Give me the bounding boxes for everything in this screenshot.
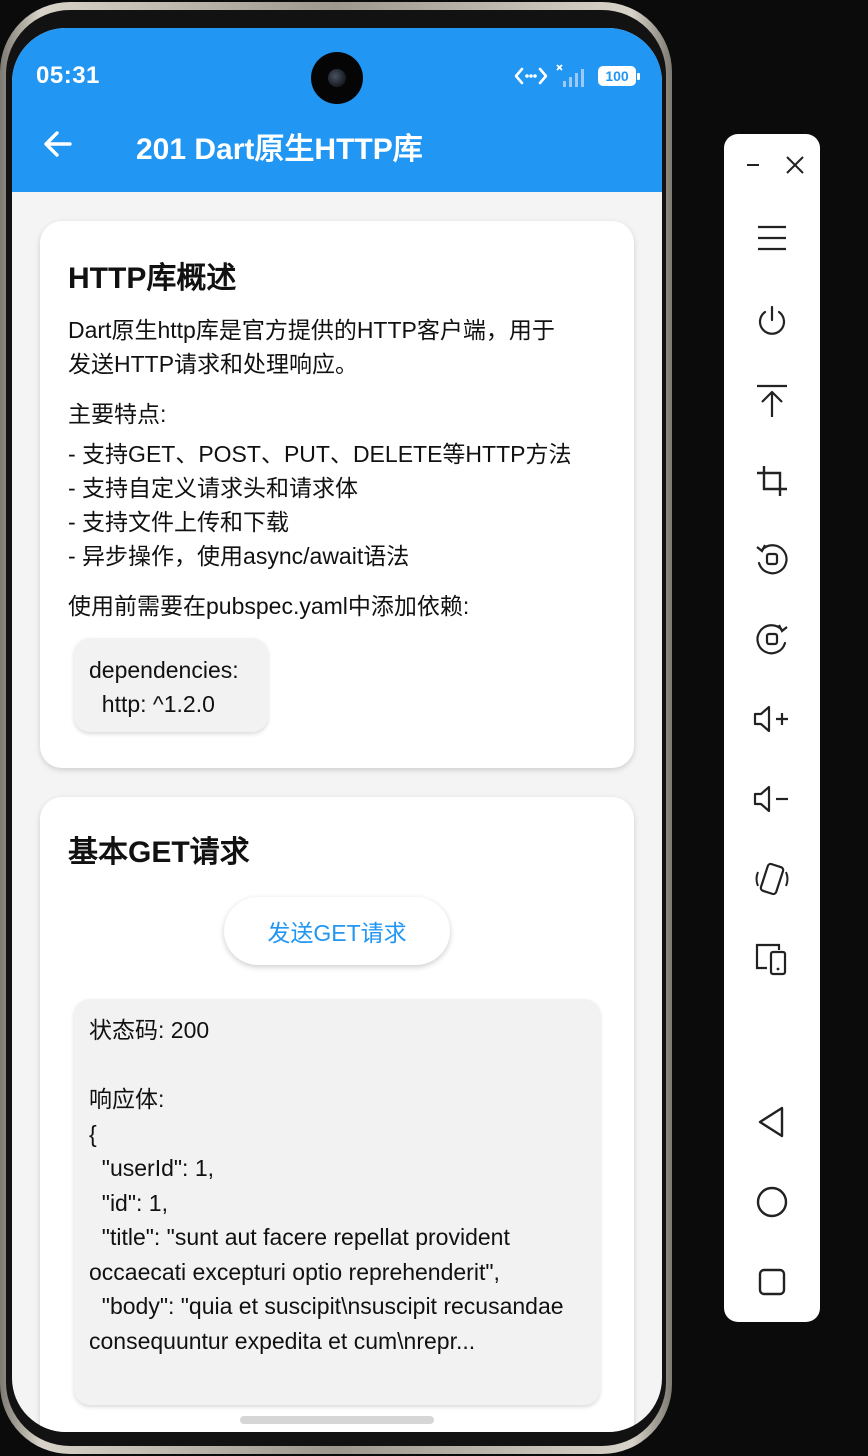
dependency-code: dependencies: http: ^1.2.0 [89,657,239,717]
home-nav-button[interactable] [748,1180,796,1224]
overview-intro: Dart原生http库是官方提供的HTTP客户端，用于 发送HTTP请求和处理响… [68,317,555,377]
volume-down-icon [753,785,788,813]
power-button[interactable] [748,300,796,342]
scroll-content[interactable]: HTTP库概述 Dart原生http库是官方提供的HTTP客户端，用于 发送HT… [12,192,662,1432]
menu-button[interactable] [748,218,796,258]
response-box: 状态码: 200 响应体: { "userId": 1, "id": 1, "t… [74,999,600,1405]
minimize-button[interactable] [736,152,770,178]
get-request-card: 基本GET请求 发送GET请求 状态码: 200 响应体: { "userId"… [40,797,634,1432]
back-nav-icon [758,1106,784,1138]
front-camera [311,52,363,104]
get-request-title: 基本GET请求 [68,836,250,869]
recents-nav-icon [758,1268,786,1296]
dependency-code-box: dependencies: http: ^1.2.0 [74,638,268,732]
volume-up-button[interactable] [748,698,796,740]
overview-card: HTTP库概述 Dart原生http库是官方提供的HTTP客户端，用于 发送HT… [40,221,634,768]
volume-down-button[interactable] [748,778,796,820]
emulator-toolbar [724,134,820,1322]
app-bar: 05:31 100 201 Dart原生HTTP库 [12,28,662,192]
volume-up-icon [753,705,788,733]
rotate-left-icon [756,544,788,575]
shake-icon [755,862,789,896]
close-icon [786,156,804,174]
data-transfer-icon [514,67,548,85]
crop-icon [757,466,787,496]
phone-screen: 05:31 100 201 Dart原生HTTP库 HTTP库概述 Dart原生… [12,28,662,1432]
rotate-right-button[interactable] [748,618,796,660]
crop-button[interactable] [748,460,796,502]
features-heading: 主要特点: [68,401,167,427]
back-nav-button[interactable] [748,1100,796,1144]
device-switch-icon [755,943,787,976]
screenshot-top-icon [757,384,787,417]
screenshot-top-button[interactable] [748,380,796,422]
rotate-left-button[interactable] [748,538,796,580]
home-nav-icon [756,1186,788,1218]
home-indicator[interactable] [240,1416,434,1424]
signal-icon [556,64,584,87]
menu-icon [758,225,786,251]
status-time: 05:31 [36,62,100,89]
recents-nav-button[interactable] [748,1260,796,1304]
status-icons: 100 [514,64,640,88]
response-text: 状态码: 200 响应体: { "userId": 1, "id": 1, "t… [89,1017,564,1354]
dependency-note: 使用前需要在pubspec.yaml中添加依赖: [68,593,470,619]
device-switch-button[interactable] [748,938,796,980]
arrow-left-icon [44,131,72,157]
send-get-button[interactable]: 发送GET请求 [224,897,450,965]
back-button[interactable] [42,128,74,165]
minimize-icon [747,164,759,166]
features-list: - 支持GET、POST、PUT、DELETE等HTTP方法 - 支持自定义请求… [68,441,572,569]
close-button[interactable] [778,152,812,178]
overview-title: HTTP库概述 [68,262,237,295]
rotate-right-icon [756,624,788,655]
power-icon [758,305,786,335]
battery-indicator: 100 [598,66,640,86]
shake-button[interactable] [748,858,796,900]
page-title: 201 Dart原生HTTP库 [136,133,423,166]
phone-frame: 05:31 100 201 Dart原生HTTP库 HTTP库概述 Dart原生… [0,2,672,1454]
